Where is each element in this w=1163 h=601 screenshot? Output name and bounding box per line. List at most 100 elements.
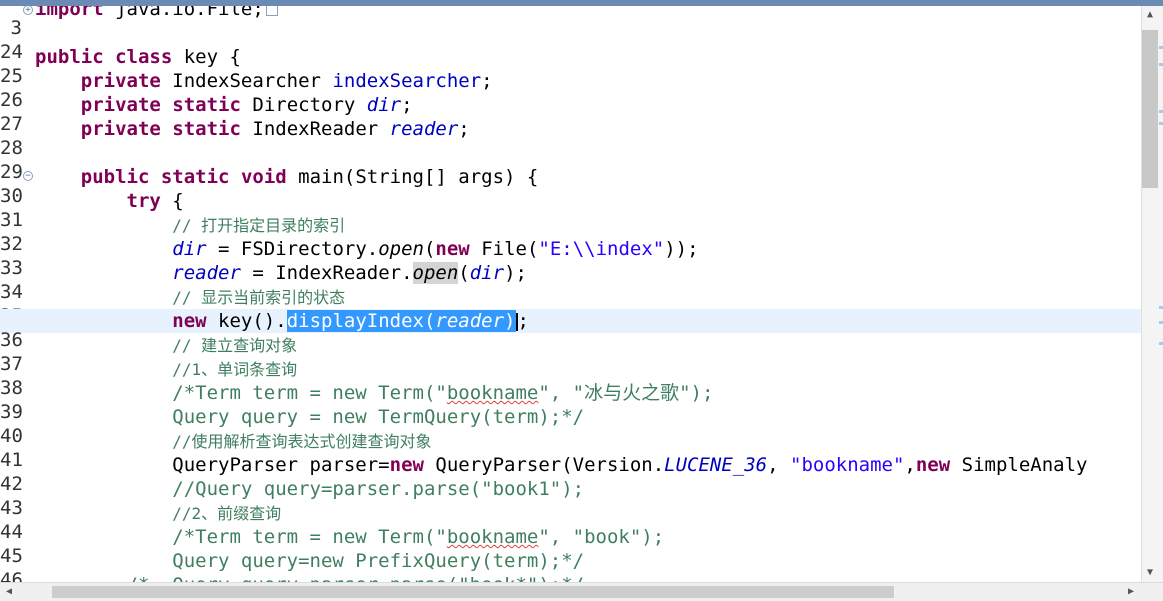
- horizontal-scrollbar[interactable]: ◀ ▶: [0, 582, 1163, 601]
- keyword: new: [915, 454, 951, 476]
- code-line[interactable]: 34 reader = IndexReader.open(dir);: [0, 261, 1141, 303]
- code-line[interactable]: 37 // 建立查询对象: [0, 333, 1141, 375]
- scroll-down-arrow-icon[interactable]: ▼: [1142, 566, 1158, 580]
- overview-marker[interactable]: [1159, 46, 1163, 49]
- static-field-name: reader: [389, 118, 459, 140]
- spelling-flag: bookname: [446, 526, 539, 548]
- code-line[interactable]: 39 /*Term term = new Term("bookname", "冰…: [0, 381, 1141, 423]
- current-code-line[interactable]: 36 new key().displayIndex(reader);: [0, 309, 1141, 351]
- overview-marker[interactable]: [1159, 63, 1163, 66]
- code-token: key {: [172, 46, 241, 68]
- overview-marker[interactable]: [1159, 110, 1163, 113]
- code-line[interactable]: 27 private static Directory dir;: [0, 93, 1141, 135]
- overview-marker[interactable]: [1159, 321, 1163, 324]
- code-line[interactable]: 25 public class key {: [0, 45, 1141, 87]
- collapsed-block-icon[interactable]: [265, 6, 278, 16]
- selected-token: reader: [435, 310, 505, 332]
- code-line[interactable]: 33 dir = FSDirectory.open(new File("E:\\…: [0, 237, 1141, 279]
- selected-token: ): [504, 310, 516, 332]
- code-line[interactable]: 41 //使用解析查询表达式创建查询对象: [0, 429, 1141, 471]
- code-line[interactable]: 31 try {: [0, 189, 1141, 231]
- code-text: //Query query=parser.parse("book1");: [35, 477, 584, 501]
- spelling-flag: bookname: [446, 382, 539, 404]
- code-token: main(String[] args) {: [286, 166, 539, 188]
- comment: // 打开指定目录的索引: [172, 216, 346, 235]
- code-token: Directory: [240, 94, 367, 116]
- code-token: {: [160, 190, 184, 212]
- code-text: // 建立查询对象: [35, 333, 297, 358]
- keyword: private: [80, 118, 161, 140]
- comment: // 显示当前索引的状态: [172, 288, 346, 307]
- code-text: new key().displayIndex(reader);: [35, 309, 529, 333]
- keyword: static: [172, 118, 241, 140]
- code-editor[interactable]: 3 + import java.io.File; 24 25 public cl…: [0, 6, 1141, 582]
- keyword: try: [126, 190, 161, 212]
- keyword: new: [389, 454, 424, 476]
- static-method: open: [412, 262, 459, 284]
- keyword: new: [172, 310, 207, 332]
- keyword: new: [435, 238, 470, 260]
- horizontal-scroll-thumb[interactable]: [52, 586, 894, 598]
- vertical-scroll-thumb[interactable]: [1142, 30, 1158, 188]
- code-line[interactable]: 3 + import java.io.File;: [0, 6, 1141, 39]
- code-line[interactable]: 24: [0, 21, 1141, 63]
- overview-marker[interactable]: [1159, 342, 1163, 345]
- code-token: ;: [481, 70, 493, 92]
- code-text: QueryParser parser=new QueryParser(Versi…: [35, 453, 1087, 477]
- code-line[interactable]: 42 QueryParser parser=new QueryParser(Ve…: [0, 453, 1141, 495]
- comment: //使用解析查询表达式创建查询对象: [172, 432, 432, 451]
- overview-marker[interactable]: [1159, 306, 1163, 309]
- vertical-scrollbar[interactable]: ▲ ▼: [1141, 6, 1163, 582]
- field-name: indexSearcher: [332, 70, 482, 92]
- code-text: /*Term term = new Term("bookname", "冰与火之…: [35, 381, 713, 405]
- code-line[interactable]: 43 //Query query=parser.parse("book1");: [0, 477, 1141, 519]
- code-text: Query query = new TermQuery(term);*/: [35, 405, 584, 429]
- code-text: reader = IndexReader.open(dir);: [35, 261, 527, 285]
- code-line[interactable]: 28 private static IndexReader reader;: [0, 117, 1141, 159]
- keyword: private: [80, 70, 161, 92]
- comment: ", "book");: [538, 526, 665, 548]
- code-line[interactable]: 32 // 打开指定目录的索引: [0, 213, 1141, 255]
- comment: // 建立查询对象: [172, 336, 298, 355]
- code-line[interactable]: 35 // 显示当前索引的状态: [0, 285, 1141, 327]
- static-field-name: dir: [469, 262, 505, 284]
- static-field-name: reader: [172, 262, 241, 284]
- code-token: QueryParser parser=: [172, 454, 390, 476]
- code-token: (: [423, 238, 436, 260]
- code-line[interactable]: 40 Query query = new TermQuery(term);*/: [0, 405, 1141, 447]
- code-token: QueryParser(Version.: [423, 454, 665, 476]
- text-selection[interactable]: displayIndex(reader): [286, 310, 516, 332]
- code-line[interactable]: 46 Query query=new PrefixQuery(term);*/: [0, 549, 1141, 582]
- fold-expand-icon[interactable]: +: [23, 6, 33, 15]
- keyword: private: [80, 94, 161, 116]
- scroll-right-arrow-icon[interactable]: ▶: [1124, 584, 1138, 600]
- keyword: public: [80, 166, 150, 188]
- keyword: import: [35, 6, 104, 20]
- code-token: = FSDirectory.: [206, 238, 379, 260]
- code-line[interactable]: 30 − public static void main(String[] ar…: [0, 165, 1141, 207]
- code-text: //2、前缀查询: [35, 501, 281, 526]
- code-line[interactable]: 29: [0, 141, 1141, 183]
- code-line[interactable]: 26 private IndexSearcher indexSearcher;: [0, 69, 1141, 111]
- string-literal: "E:\\index": [538, 238, 665, 260]
- static-method: open: [378, 238, 424, 260]
- code-text: import java.io.File;: [35, 6, 278, 21]
- code-line[interactable]: 45 /*Term term = new Term("bookname", "b…: [0, 525, 1141, 567]
- code-token: IndexReader: [240, 118, 390, 140]
- comment: /* Query query=parser.parse("book*");*/: [127, 574, 585, 582]
- code-line[interactable]: 47 /* Query query=parser.parse("book*");…: [0, 573, 1141, 582]
- comment: Query query = new TermQuery(term);*/: [172, 406, 585, 428]
- code-line[interactable]: 38 //1、单词条查询: [0, 357, 1141, 399]
- code-text: try {: [35, 189, 184, 213]
- keyword: static: [172, 94, 241, 116]
- code-text: private IndexSearcher indexSearcher;: [35, 69, 493, 93]
- scroll-left-arrow-icon[interactable]: ◀: [2, 584, 16, 600]
- fold-collapse-icon[interactable]: −: [23, 171, 33, 181]
- code-text: //1、单词条查询: [35, 357, 297, 382]
- code-line[interactable]: 44 //2、前缀查询: [0, 501, 1141, 543]
- code-token: );: [504, 262, 527, 284]
- code-text: Query query=new PrefixQuery(term);*/: [35, 549, 584, 573]
- overview-marker[interactable]: [1159, 122, 1163, 125]
- code-token: ;: [458, 118, 470, 140]
- scroll-up-arrow-icon[interactable]: ▲: [1142, 8, 1158, 22]
